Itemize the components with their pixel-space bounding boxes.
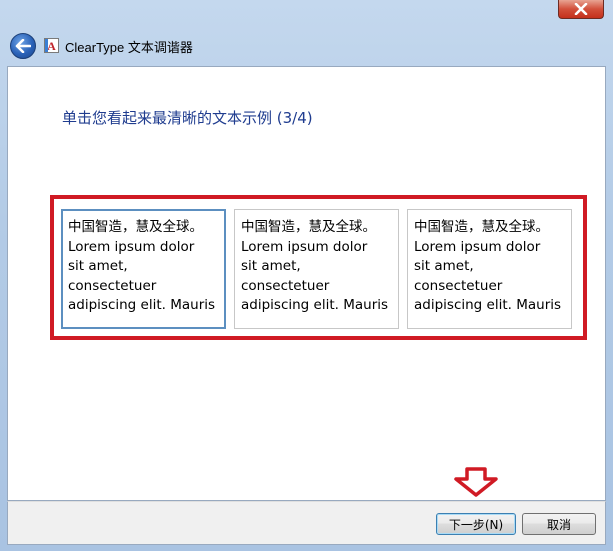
sample-line: sit amet,	[68, 258, 128, 274]
window-frame: A ClearType 文本调谐器 单击您看起来最清晰的文本示例 (3/4) 中…	[0, 0, 613, 551]
header-bar: A ClearType 文本调谐器	[7, 29, 606, 63]
cancel-button[interactable]: 取消	[522, 513, 596, 535]
text-sample-3[interactable]: 中国智造，慧及全球。 Lorem ipsum dolor sit amet, c…	[407, 209, 572, 329]
close-button[interactable]	[558, 0, 604, 19]
instruction-text: 单击您看起来最清晰的文本示例 (3/4)	[62, 109, 313, 127]
app-icon-letter: A	[47, 38, 56, 53]
sample-line: adipiscing elit. Mauris	[241, 297, 389, 313]
next-button[interactable]: 下一步(N)	[436, 513, 516, 535]
sample-line: Lorem ipsum dolor	[68, 238, 195, 255]
footer-bar: 下一步(N) 取消	[7, 501, 606, 545]
sample-line: 中国智造，慧及全球。	[68, 219, 203, 235]
cleartype-app-icon: A	[44, 38, 59, 53]
back-button[interactable]	[10, 33, 36, 59]
text-sample-1[interactable]: 中国智造，慧及全球。 Lorem ipsum dolor sit amet, c…	[61, 209, 226, 329]
sample-line: adipiscing elit. Mauris	[414, 297, 562, 313]
window-title: ClearType 文本调谐器	[65, 40, 193, 55]
sample-line: adipiscing elit. Mauris	[68, 297, 216, 313]
sample-line: consectetuer	[414, 277, 503, 294]
back-arrow-icon	[15, 39, 31, 53]
close-icon	[574, 3, 588, 15]
sample-line: Lorem ipsum dolor	[414, 238, 541, 255]
sample-line: consectetuer	[241, 277, 330, 294]
sample-line: consectetuer	[68, 277, 157, 294]
down-arrow-icon	[454, 467, 498, 497]
sample-line: 中国智造，慧及全球。	[414, 219, 549, 235]
sample-line: 中国智造，慧及全球。	[241, 219, 376, 235]
sample-line: sit amet,	[414, 258, 474, 274]
content-pane: 单击您看起来最清晰的文本示例 (3/4) 中国智造，慧及全球。 Lorem ip…	[7, 66, 606, 501]
sample-line: sit amet,	[241, 258, 301, 274]
sample-line: Lorem ipsum dolor	[241, 238, 368, 255]
text-sample-2[interactable]: 中国智造，慧及全球。 Lorem ipsum dolor sit amet, c…	[234, 209, 399, 329]
